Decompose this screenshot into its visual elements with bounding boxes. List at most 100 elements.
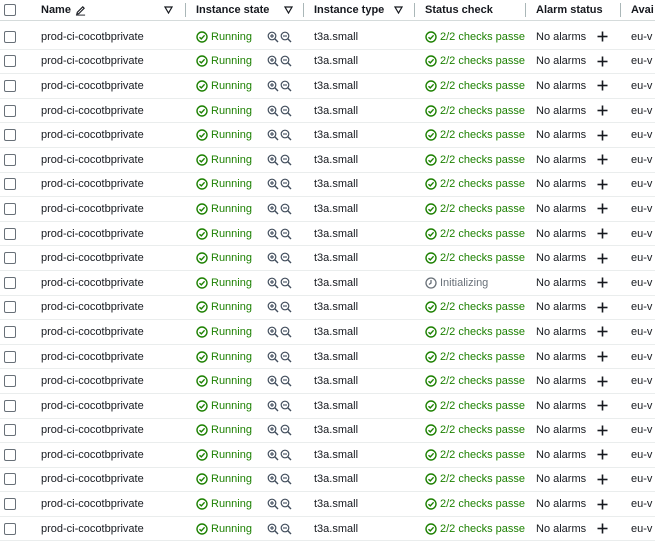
plus-icon[interactable] <box>597 105 608 116</box>
zoom-in-icon[interactable] <box>267 326 279 338</box>
row-checkbox[interactable] <box>4 448 16 461</box>
zoom-out-icon[interactable] <box>280 129 292 141</box>
row-checkbox[interactable] <box>4 252 16 265</box>
row-checkbox[interactable] <box>4 276 16 289</box>
table-row[interactable]: prod-ci-cocotbprivate Running t3a.small 2/2… <box>0 197 655 222</box>
zoom-out-icon[interactable] <box>280 498 292 510</box>
table-row[interactable]: prod-ci-cocotbprivate Running t3a.small 2/2… <box>0 123 655 148</box>
zoom-in-icon[interactable] <box>267 228 279 240</box>
row-checkbox[interactable] <box>4 498 16 511</box>
zoom-out-icon[interactable] <box>280 178 292 190</box>
zoom-out-icon[interactable] <box>280 375 292 387</box>
add-alarm-button[interactable] <box>597 99 608 123</box>
header-status[interactable]: Status check <box>425 0 525 20</box>
header-alarm[interactable]: Alarm status <box>536 0 626 20</box>
table-row[interactable]: prod-ci-cocotbprivate Running t3a.small 2/2… <box>0 222 655 247</box>
zoom-in-icon[interactable] <box>267 277 279 289</box>
plus-icon[interactable] <box>597 277 608 288</box>
table-row[interactable]: prod-ci-cocotbprivate Running t3a.small 2/2… <box>0 345 655 370</box>
add-alarm-button[interactable] <box>597 74 608 98</box>
zoom-in-icon[interactable] <box>267 400 279 412</box>
zoom-out-icon[interactable] <box>280 351 292 363</box>
table-row[interactable]: prod-ci-cocotbprivate Running t3a.small 2/2… <box>0 50 655 75</box>
header-name[interactable]: Name <box>41 0 181 20</box>
zoom-out-icon[interactable] <box>280 31 292 43</box>
select-all-checkbox[interactable] <box>4 4 16 16</box>
table-row[interactable]: prod-ci-cocotbprivate Running t3a.small 2/2… <box>0 246 655 271</box>
zoom-out-icon[interactable] <box>280 154 292 166</box>
plus-icon[interactable] <box>597 253 608 264</box>
add-alarm-button[interactable] <box>597 50 608 74</box>
row-checkbox[interactable] <box>4 202 16 215</box>
zoom-in-icon[interactable] <box>267 523 279 535</box>
row-checkbox[interactable] <box>4 424 16 437</box>
plus-icon[interactable] <box>597 80 608 91</box>
row-checkbox[interactable] <box>4 399 16 412</box>
add-alarm-button[interactable] <box>597 468 608 492</box>
column-divider[interactable] <box>414 3 415 17</box>
zoom-out-icon[interactable] <box>280 277 292 289</box>
add-alarm-button[interactable] <box>597 271 608 295</box>
column-divider[interactable] <box>303 3 304 17</box>
table-row[interactable]: prod-ci-cocotbprivate Running t3a.small 2/2… <box>0 296 655 321</box>
zoom-in-icon[interactable] <box>267 252 279 264</box>
zoom-in-icon[interactable] <box>267 55 279 67</box>
plus-icon[interactable] <box>597 56 608 67</box>
column-divider[interactable] <box>525 3 526 17</box>
table-row[interactable]: prod-ci-cocotbprivate Running t3a.small 2/2… <box>0 468 655 493</box>
zoom-out-icon[interactable] <box>280 252 292 264</box>
table-row[interactable]: prod-ci-cocotbprivate Running t3a.small 2/2… <box>0 320 655 345</box>
row-checkbox[interactable] <box>4 129 16 142</box>
zoom-in-icon[interactable] <box>267 498 279 510</box>
zoom-out-icon[interactable] <box>280 228 292 240</box>
add-alarm-button[interactable] <box>597 320 608 344</box>
add-alarm-button[interactable] <box>597 222 608 246</box>
add-alarm-button[interactable] <box>597 443 608 467</box>
table-row[interactable]: prod-ci-cocotbprivate Running t3a.small Ini… <box>0 271 655 296</box>
plus-icon[interactable] <box>597 474 608 485</box>
zoom-in-icon[interactable] <box>267 473 279 485</box>
zoom-out-icon[interactable] <box>280 55 292 67</box>
row-checkbox[interactable] <box>4 350 16 363</box>
add-alarm-button[interactable] <box>597 173 608 197</box>
add-alarm-button[interactable] <box>597 25 608 49</box>
row-checkbox[interactable] <box>4 30 16 43</box>
row-checkbox[interactable] <box>4 79 16 92</box>
add-alarm-button[interactable] <box>597 345 608 369</box>
add-alarm-button[interactable] <box>597 419 608 443</box>
plus-icon[interactable] <box>597 302 608 313</box>
table-row[interactable]: prod-ci-cocotbprivate Running t3a.small 2/2… <box>0 99 655 124</box>
plus-icon[interactable] <box>597 523 608 534</box>
plus-icon[interactable] <box>597 228 608 239</box>
zoom-in-icon[interactable] <box>267 203 279 215</box>
sort-caret-icon[interactable] <box>164 0 173 20</box>
table-row[interactable]: prod-ci-cocotbprivate Running t3a.small 2/2… <box>0 148 655 173</box>
plus-icon[interactable] <box>597 326 608 337</box>
zoom-out-icon[interactable] <box>280 326 292 338</box>
table-row[interactable]: prod-ci-cocotbprivate Running t3a.small 2/2… <box>0 173 655 198</box>
sort-caret-icon[interactable] <box>394 0 403 20</box>
row-checkbox[interactable] <box>4 522 16 535</box>
plus-icon[interactable] <box>597 351 608 362</box>
add-alarm-button[interactable] <box>597 394 608 418</box>
plus-icon[interactable] <box>597 130 608 141</box>
column-divider[interactable] <box>185 3 186 17</box>
add-alarm-button[interactable] <box>597 492 608 516</box>
zoom-in-icon[interactable] <box>267 424 279 436</box>
zoom-out-icon[interactable] <box>280 80 292 92</box>
row-checkbox[interactable] <box>4 301 16 314</box>
add-alarm-button[interactable] <box>597 197 608 221</box>
zoom-out-icon[interactable] <box>280 203 292 215</box>
table-row[interactable]: prod-ci-cocotbprivate Running t3a.small 2/2… <box>0 492 655 517</box>
zoom-out-icon[interactable] <box>280 449 292 461</box>
pencil-icon[interactable] <box>75 5 86 16</box>
plus-icon[interactable] <box>597 425 608 436</box>
zoom-out-icon[interactable] <box>280 400 292 412</box>
plus-icon[interactable] <box>597 449 608 460</box>
row-checkbox[interactable] <box>4 153 16 166</box>
row-checkbox[interactable] <box>4 55 16 68</box>
zoom-in-icon[interactable] <box>267 375 279 387</box>
zoom-out-icon[interactable] <box>280 523 292 535</box>
column-divider[interactable] <box>620 3 621 17</box>
zoom-in-icon[interactable] <box>267 31 279 43</box>
